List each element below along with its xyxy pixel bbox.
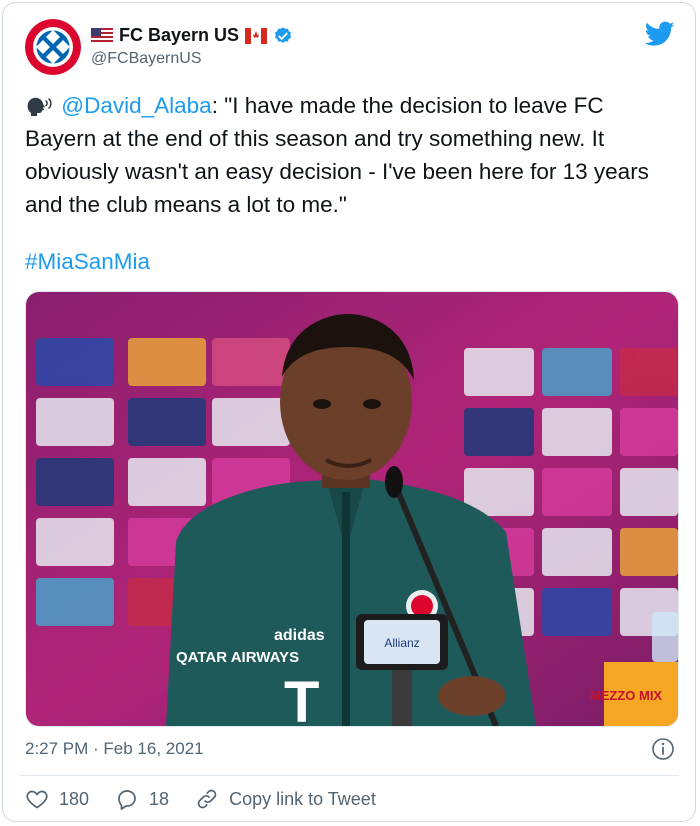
avatar[interactable]: [25, 19, 81, 75]
tweet-actions: 180 18 Copy link to Tweet: [25, 787, 402, 811]
link-icon: [197, 789, 217, 809]
tweet-timestamp[interactable]: 2:27 PM · Feb 16, 2021: [25, 739, 204, 759]
divider: [19, 775, 679, 776]
author-name[interactable]: FC Bayern US: [119, 25, 239, 46]
jersey-brand: adidas: [274, 627, 325, 644]
reply-button[interactable]: 18: [115, 787, 169, 811]
cup-label: MEZZO MIX: [590, 688, 663, 703]
copy-link-button[interactable]: Copy link to Tweet: [195, 787, 376, 811]
reply-bubble-icon: [118, 790, 136, 810]
tweet-text: @David_Alaba: "I have made the decision …: [25, 89, 675, 221]
author-handle[interactable]: @FCBayernUS: [91, 50, 202, 68]
jersey-sponsor: T: [284, 670, 319, 726]
us-flag-icon: [91, 27, 113, 44]
like-button[interactable]: 180: [25, 787, 89, 811]
verified-badge-icon: [275, 26, 292, 43]
mic-sponsor-label: Allianz: [384, 636, 419, 650]
like-count: 180: [59, 788, 90, 809]
tweet-card: FC Bayern US @FCBayernUS @David_Alaba: "…: [2, 2, 696, 822]
speaking-head-icon: [27, 97, 52, 116]
hashtag-link[interactable]: #MiaSanMia: [25, 249, 150, 275]
sleeve-sponsor: QATAR AIRWAYS: [176, 649, 299, 666]
author-name-row[interactable]: FC Bayern US: [91, 25, 293, 46]
copy-link-label: Copy link to Tweet: [229, 788, 376, 809]
fc-bayern-logo: [25, 19, 81, 75]
mention-link[interactable]: @David_Alaba: [61, 93, 211, 118]
tweet-photo[interactable]: adidas QATAR AIRWAYS T Allianz MEZZO MIX: [25, 291, 679, 727]
info-icon[interactable]: [651, 737, 675, 761]
canada-flag-icon: [245, 27, 268, 44]
heart-icon: [26, 790, 48, 809]
twitter-bird-icon[interactable]: [645, 21, 675, 47]
press-conference-photo: adidas QATAR AIRWAYS T Allianz MEZZO MIX: [26, 292, 678, 726]
reply-count: 18: [149, 788, 170, 809]
